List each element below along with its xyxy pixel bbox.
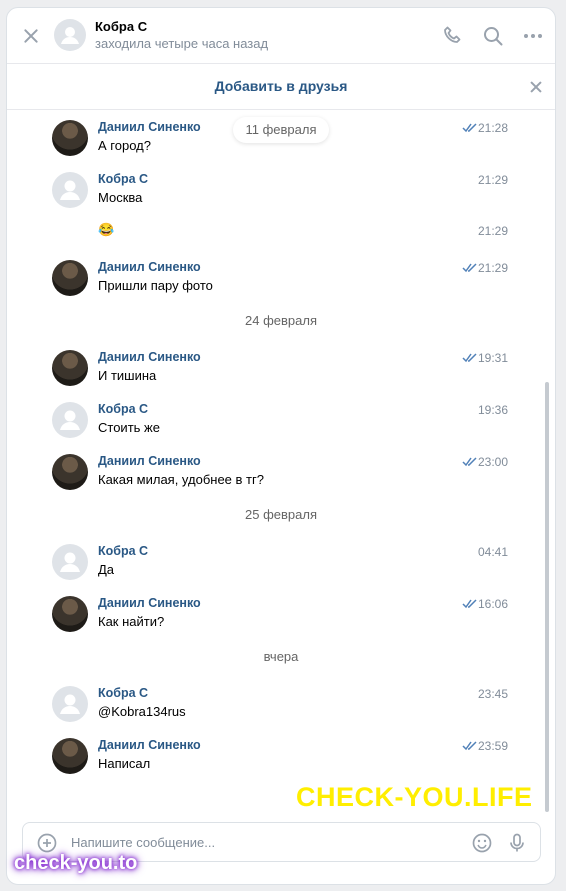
contact-name[interactable]: Кобра С (95, 19, 147, 34)
message-text: Да (98, 562, 115, 577)
chat-header: Кобра С заходила четыре часа назад (7, 8, 555, 64)
read-check-icon (462, 741, 477, 751)
message: Даниил Синенко И тишина 19:31 (7, 350, 555, 394)
message-time: 19:31 (477, 351, 508, 365)
add-friend-bar: Добавить в друзья (7, 64, 555, 110)
message-time: 21:29 (477, 261, 508, 275)
message: Даниил Синенко Написал 23:59 (7, 738, 555, 782)
message-time: 16:06 (477, 597, 508, 611)
date-separator: 25 февраля (245, 507, 317, 522)
watermark: check-you.to (14, 852, 138, 874)
message-author[interactable]: Кобра С (98, 402, 148, 416)
message-author[interactable]: Даниил Синенко (98, 350, 201, 364)
avatar[interactable] (52, 350, 88, 386)
message: 😂 21:29 (7, 206, 555, 250)
avatar[interactable] (52, 738, 88, 774)
message-time: 23:45 (477, 687, 508, 701)
message-author[interactable]: Кобра С (98, 172, 148, 186)
message-author[interactable]: Даниил Синенко (98, 738, 201, 752)
message-text: А город? (98, 138, 151, 153)
phone-icon[interactable] (441, 24, 465, 48)
message-time: 21:29 (477, 224, 508, 238)
avatar[interactable] (52, 120, 88, 156)
message-text: Стоить же (98, 420, 160, 435)
avatar[interactable] (52, 172, 88, 208)
date-separator: вчера (263, 649, 299, 664)
read-check-icon (462, 599, 477, 609)
read-check-icon (462, 353, 477, 363)
message-time: 04:41 (477, 545, 508, 559)
message: Даниил Синенко Пришли пару фото 21:29 (7, 260, 555, 304)
message-text: 😂 (98, 222, 115, 237)
search-icon[interactable] (481, 24, 505, 48)
message-author[interactable]: Даниил Синенко (98, 260, 201, 274)
watermark: CHECK-YOU.LIFE (296, 782, 533, 812)
avatar[interactable] (52, 402, 88, 438)
add-friend-button[interactable]: Добавить в друзья (7, 78, 555, 94)
message-author[interactable]: Даниил Синенко (98, 596, 201, 610)
avatar[interactable] (52, 596, 88, 632)
message: Кобра С Стоить же 19:36 (7, 402, 555, 446)
read-check-icon (462, 457, 477, 467)
message-input[interactable]: Напишите сообщение... (71, 835, 215, 850)
message-author[interactable]: Кобра С (98, 544, 148, 558)
message: Даниил Синенко Какая милая, удобнее в тг… (7, 454, 555, 498)
message-text: Какая милая, удобнее в тг? (98, 472, 264, 487)
date-separator: 11 февраля (233, 117, 329, 143)
close-icon[interactable] (21, 26, 41, 46)
message: Кобра С @Kobra134rus 23:45 (7, 686, 555, 730)
message-time: 23:00 (477, 455, 508, 469)
message-time: 19:36 (477, 403, 508, 417)
message: Даниил Синенко Как найти? 16:06 (7, 596, 555, 640)
close-icon[interactable] (529, 80, 543, 94)
avatar[interactable] (52, 686, 88, 722)
more-icon[interactable] (521, 24, 545, 48)
message-author[interactable]: Даниил Синенко (98, 120, 201, 134)
message: Кобра С Да 04:41 (7, 544, 555, 588)
scrollbar[interactable] (545, 382, 549, 812)
message-author[interactable]: Даниил Синенко (98, 454, 201, 468)
message-time: 21:29 (477, 173, 508, 187)
message-text: И тишина (98, 368, 157, 383)
avatar[interactable] (52, 260, 88, 296)
message-time: 21:28 (477, 121, 508, 135)
read-check-icon (462, 123, 477, 133)
avatar[interactable] (54, 19, 86, 51)
avatar[interactable] (52, 454, 88, 490)
contact-status: заходила четыре часа назад (95, 36, 269, 51)
avatar[interactable] (52, 544, 88, 580)
date-separator: 24 февраля (245, 313, 317, 328)
message-text: Как найти? (98, 614, 165, 629)
message-text: Написал (98, 756, 151, 771)
message-text: Москва (98, 190, 143, 205)
smile-icon[interactable] (470, 831, 494, 855)
message-time: 23:59 (477, 739, 508, 753)
chat-window: Кобра С заходила четыре часа назад Добав… (6, 7, 556, 885)
read-check-icon (462, 263, 477, 273)
mic-icon[interactable] (505, 831, 529, 855)
message-text[interactable]: @Kobra134rus (98, 704, 186, 719)
message-text: Пришли пару фото (98, 278, 213, 293)
message-author[interactable]: Кобра С (98, 686, 148, 700)
